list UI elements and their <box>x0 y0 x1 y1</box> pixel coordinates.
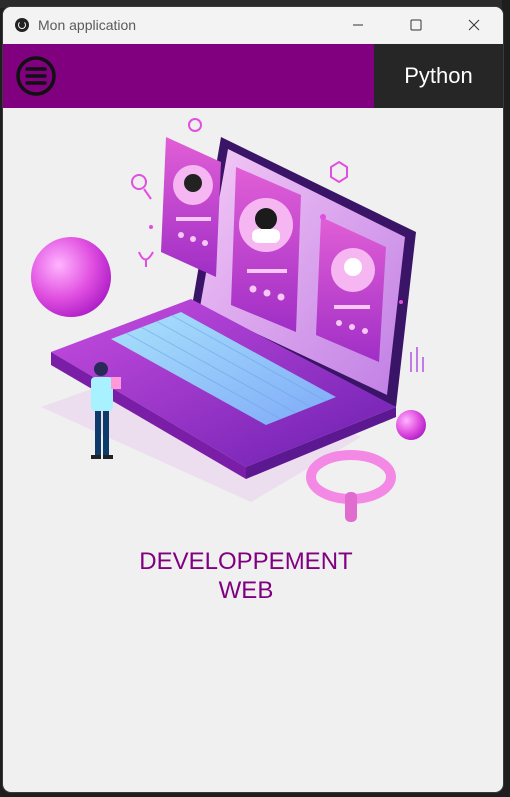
minimize-icon <box>353 24 363 26</box>
maximize-icon <box>410 19 422 31</box>
caption: DEVELOPPEMENT WEB <box>3 547 489 605</box>
caption-line-1: DEVELOPPEMENT <box>139 548 353 575</box>
app-bar-accent <box>3 44 374 108</box>
window-title: Mon application <box>38 17 137 33</box>
close-icon <box>468 19 480 31</box>
laptop-web-development-illustration <box>31 118 426 522</box>
caption-line-2: WEB <box>218 577 274 604</box>
tab-python[interactable]: Python <box>374 44 503 108</box>
title-bar: Mon application <box>3 7 503 43</box>
minimize-button[interactable] <box>329 7 387 43</box>
window-controls <box>329 7 503 43</box>
close-button[interactable] <box>445 7 503 43</box>
menu-button[interactable] <box>15 55 57 97</box>
tab-python-label: Python <box>404 63 473 88</box>
hamburger-menu-icon <box>16 56 56 96</box>
background-editor-gutter <box>502 0 510 797</box>
app-window: Mon application Python DEVELOPPEMENT WEB <box>3 7 503 792</box>
app-bar: Python <box>3 44 503 108</box>
app-icon <box>15 18 29 32</box>
desktop: Mon application Python DEVELOPPEMENT WEB <box>0 0 510 797</box>
maximize-button[interactable] <box>387 7 445 43</box>
